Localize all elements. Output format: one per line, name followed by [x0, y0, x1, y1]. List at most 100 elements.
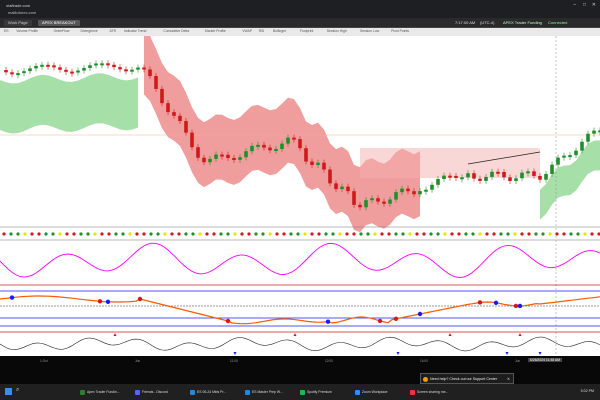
browser-url[interactable]: olaftrade.com	[6, 3, 30, 8]
taskbar-item-4[interactable]: Spotify Premium	[300, 388, 332, 396]
candle	[226, 154, 230, 158]
candle	[184, 121, 188, 133]
candle	[304, 148, 308, 162]
support-toast[interactable]: Need help? Check out our Support Center …	[420, 373, 514, 384]
toolbar-item-5[interactable]: Indicator Trend	[124, 29, 147, 33]
toolbar-item-10[interactable]: Bollinger	[273, 29, 286, 33]
candle	[22, 71, 26, 74]
signal-dot	[380, 232, 384, 236]
help-icon	[423, 377, 428, 382]
candle	[418, 191, 422, 195]
bookmark-link[interactable]: mailtoforex.com	[8, 10, 36, 15]
chart-area[interactable]	[0, 36, 600, 356]
toolbar-item-1[interactable]: Volume Profile	[16, 29, 38, 33]
signal-dot	[317, 232, 321, 236]
date-tick-label: 12:00	[325, 359, 333, 363]
taskbar-item-6[interactable]: Screen sharing me...	[410, 388, 448, 396]
candle	[472, 173, 476, 179]
osc-signal-dot	[477, 300, 483, 305]
candle	[592, 130, 596, 134]
signal-dot	[366, 232, 370, 236]
signal-dot	[37, 232, 41, 236]
taskbar-item-label: Spotify Premium	[307, 390, 332, 394]
signal-dot	[128, 232, 132, 236]
tab-apex-breakout[interactable]: APEX BREAKOUT	[38, 20, 80, 26]
signal-dot	[261, 232, 265, 236]
candle	[514, 178, 518, 181]
candle	[574, 150, 578, 156]
signal-dot	[415, 232, 419, 236]
candle	[448, 175, 452, 178]
candle	[580, 141, 584, 151]
signal-dot	[478, 232, 482, 236]
toolbar-item-8[interactable]: VWAP	[242, 29, 252, 33]
toolbar-item-13[interactable]: Session Low	[360, 29, 379, 33]
candle	[562, 155, 566, 158]
candle	[502, 171, 506, 178]
signal-dot	[51, 232, 55, 236]
candle	[160, 88, 164, 104]
toolbar-item-6[interactable]: Cumulative Delta	[163, 29, 189, 33]
candle	[370, 198, 374, 201]
signal-dot	[541, 232, 545, 236]
signal-dot	[44, 232, 48, 236]
signal-dot	[205, 232, 209, 236]
app-icon	[80, 389, 85, 395]
signal-dot	[429, 232, 433, 236]
signal-dot	[268, 232, 272, 236]
maximize-icon[interactable]: □	[583, 2, 586, 8]
taskbar-item-0[interactable]: Apex Trader Fundin...	[80, 388, 120, 396]
signal-dot	[198, 232, 202, 236]
taskbar-item-3[interactable]: ES Master Prep W...	[245, 388, 283, 396]
toolbar-item-7[interactable]: Market Profile	[205, 29, 226, 33]
signal-dot	[506, 232, 510, 236]
candle	[178, 115, 182, 122]
taskbar-clock[interactable]: 5:02 PM	[581, 389, 594, 393]
bear-cloud	[144, 36, 420, 233]
candle	[214, 154, 218, 159]
signal-dot	[282, 232, 286, 236]
taskbar-item-1[interactable]: Friends - Discord	[135, 388, 168, 396]
cursor-date-label: 6/26/2024 11:48 AM	[527, 358, 562, 362]
candle	[154, 76, 158, 89]
signal-dot	[254, 232, 258, 236]
signal-dot	[590, 232, 594, 236]
date-tick-label: Jun	[515, 359, 521, 363]
osc-signal-dot	[377, 318, 383, 324]
app-icon	[245, 389, 250, 395]
minimize-icon[interactable]: –	[573, 2, 576, 8]
candle	[106, 63, 110, 66]
toolbar-item-14[interactable]: Pivot Points	[391, 29, 409, 33]
signal-dot	[352, 232, 356, 236]
toolbar-item-3[interactable]: Divergence	[81, 29, 98, 33]
signal-dot	[485, 232, 489, 236]
candle	[544, 173, 548, 180]
account-status[interactable]: APEX Trader Funding	[503, 20, 542, 26]
toolbar-item-11[interactable]: Footprint	[300, 29, 313, 33]
taskbar-item-label: Apex Trader Fundin...	[87, 390, 120, 394]
signal-dot	[121, 232, 125, 236]
taskbar-item-5[interactable]: Zoom Workplace	[355, 388, 388, 396]
search-icon[interactable]: ⌕	[16, 387, 19, 394]
candle	[268, 147, 272, 151]
toolbar-item-9[interactable]: RSI	[259, 29, 265, 33]
start-icon[interactable]	[5, 388, 12, 395]
candle	[424, 189, 428, 192]
candle	[508, 177, 512, 181]
signal-dot	[576, 232, 580, 236]
toolbar-item-2[interactable]: OrderFlow	[54, 29, 70, 33]
candle	[76, 70, 80, 73]
tab-work-page[interactable]: Work Page	[4, 20, 32, 26]
candle	[148, 69, 152, 77]
toolbar-item-12[interactable]: Session High	[327, 29, 347, 33]
osc-signal-dot	[513, 303, 519, 309]
taskbar-item-2[interactable]: ES 06-24 Mkts Pr...	[190, 388, 226, 396]
close-icon[interactable]: ✕	[592, 2, 596, 8]
candle	[526, 171, 530, 174]
toolbar-item-4[interactable]: ATR	[110, 29, 117, 33]
signal-dot	[457, 232, 461, 236]
candle	[466, 173, 470, 178]
signal-dot	[520, 232, 524, 236]
toolbar-item-0[interactable]: ES	[4, 29, 9, 33]
osc-signal-dot	[105, 299, 111, 304]
